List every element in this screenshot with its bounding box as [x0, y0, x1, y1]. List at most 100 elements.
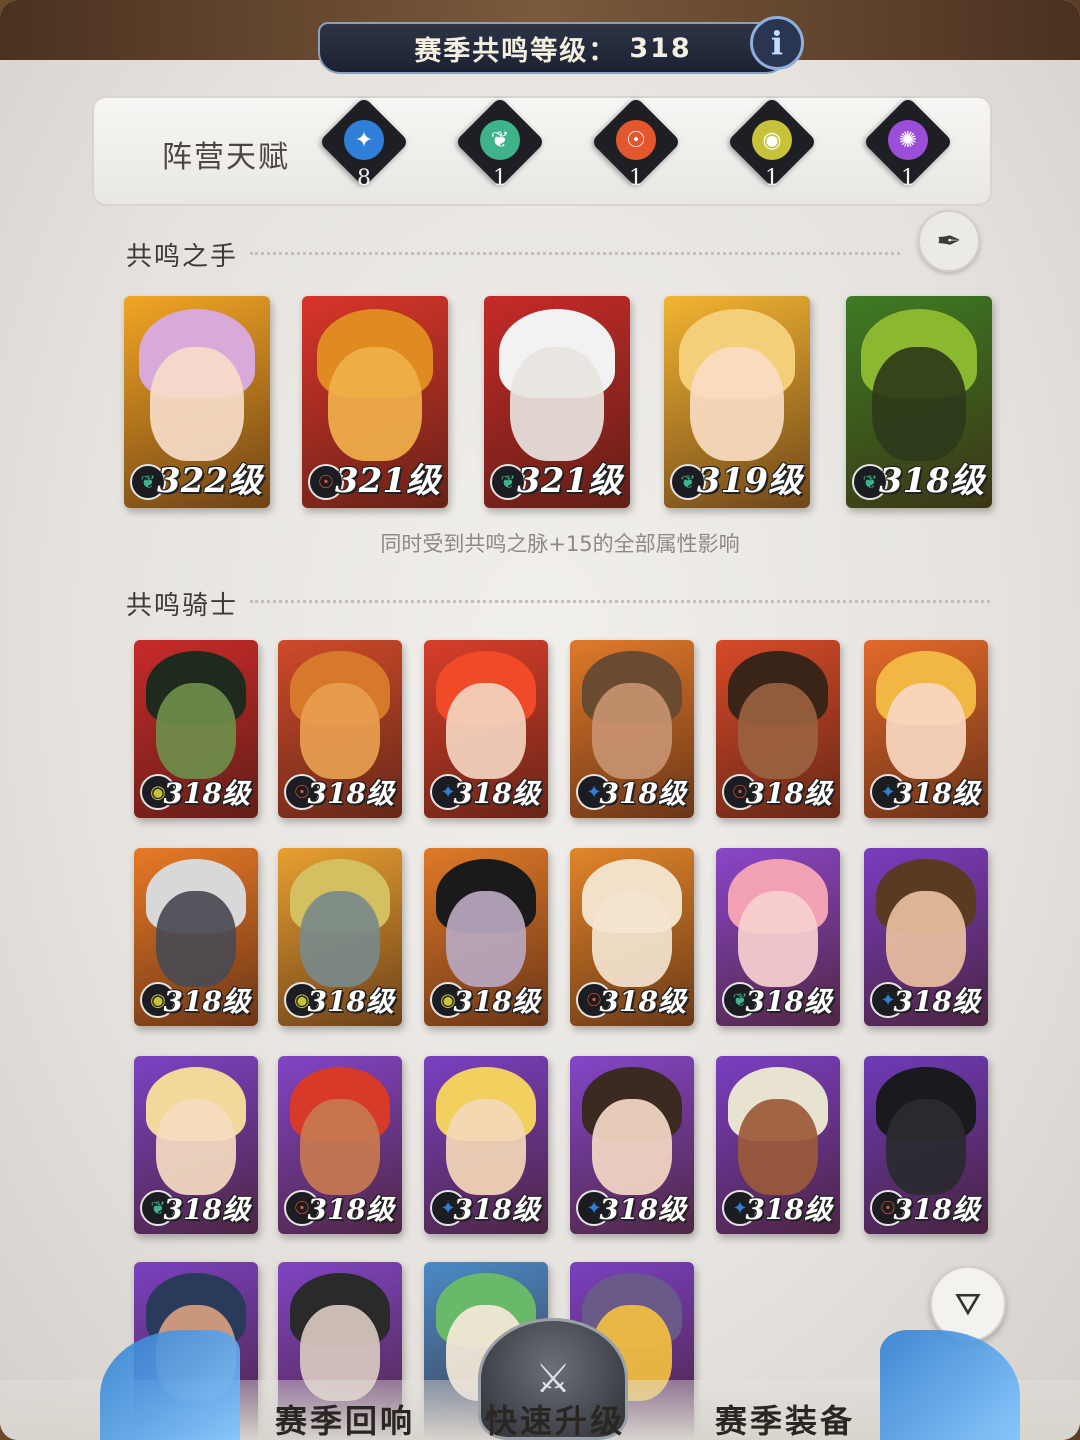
resonance-note: 同时受到共鸣之脉+15的全部属性影响: [380, 532, 740, 556]
hero-card[interactable]: ✦ 318级: [864, 640, 988, 818]
sunburst-icon-glyph: ✺: [888, 120, 928, 160]
horde-crest-icon-glyph: ☉: [616, 120, 656, 160]
compass-star-icon[interactable]: ✦ 8: [318, 96, 410, 191]
hero-level: 322级: [157, 461, 262, 501]
hero-face: [886, 890, 966, 987]
hero-face: [738, 1098, 818, 1195]
hero-level: 318级: [307, 777, 394, 810]
hero-face: [872, 346, 966, 462]
tab-quick-upgrade[interactable]: 快速升级: [470, 1396, 640, 1440]
tab-season-echo[interactable]: 赛季回响: [250, 1396, 440, 1440]
hero-face: [328, 346, 422, 462]
hero-card[interactable]: ◉ 318级: [134, 848, 258, 1026]
hero-card[interactable]: ☉ 318级: [278, 1056, 402, 1234]
hero-card[interactable]: ✦ 318级: [570, 1056, 694, 1234]
hero-level: 318级: [893, 1193, 980, 1226]
faction-count: 1: [493, 166, 507, 191]
hero-face: [446, 682, 526, 779]
hero-level: 318级: [453, 985, 540, 1018]
knights-section-title: 共鸣骑士: [126, 591, 239, 621]
hero-card[interactable]: ✦ 318级: [424, 640, 548, 818]
hero-card[interactable]: ✦ 318级: [864, 848, 988, 1026]
hero-level: 318级: [599, 985, 686, 1018]
hero-card[interactable]: ◉ 318级: [424, 848, 548, 1026]
hero-card[interactable]: ✦ 318级: [424, 1056, 548, 1234]
hero-face: [446, 1098, 526, 1195]
hero-card[interactable]: ☉ 318级: [716, 640, 840, 818]
hero-level: 319级: [697, 461, 802, 501]
hero-face: [156, 1098, 236, 1195]
hero-level: 318级: [163, 985, 250, 1018]
hero-card[interactable]: ❦ 318级: [134, 1056, 258, 1234]
faction-count: 8: [357, 166, 371, 191]
season-resonance-screen: 赛季共鸣等级： 318 i 阵营天赋 ✦ 8 ❦ 1 ☉ 1 ◉ 1 ✺ 1 共鸣之手 ✒ ❦ 32…: [0, 0, 1080, 1440]
faction-count: 1: [765, 166, 779, 191]
hero-face: [690, 346, 784, 462]
compass-star-icon-glyph: ✦: [344, 120, 384, 160]
hero-card[interactable]: ❦ 319级: [664, 296, 810, 508]
hero-level: 318级: [163, 777, 250, 810]
tab-season-gear[interactable]: 赛季装备: [700, 1396, 870, 1440]
hero-level: 318级: [745, 1193, 832, 1226]
hero-level: 318级: [599, 1193, 686, 1226]
hero-card[interactable]: ❦ 322级: [124, 296, 270, 508]
faction-talent-label: 阵营天赋: [162, 140, 290, 175]
hero-face: [886, 1098, 966, 1195]
hands-section-title: 共鸣之手: [126, 242, 239, 272]
hero-level: 318级: [893, 985, 980, 1018]
faction-count: 1: [901, 166, 915, 191]
hero-face: [156, 890, 236, 987]
hero-card[interactable]: ✦ 318级: [570, 640, 694, 818]
hero-face: [738, 682, 818, 779]
lotus-leaf-icon[interactable]: ❦ 1: [454, 96, 546, 191]
hero-face: [300, 890, 380, 987]
sunburst-icon[interactable]: ✺ 1: [862, 96, 954, 191]
hero-face: [592, 682, 672, 779]
eye-gear-icon-glyph: ◉: [752, 120, 792, 160]
hero-card[interactable]: ◉ 318级: [278, 848, 402, 1026]
faction-count: 1: [629, 166, 643, 191]
hero-card[interactable]: ☉ 318级: [278, 640, 402, 818]
hero-card[interactable]: ❦ 318级: [846, 296, 992, 508]
hero-level: 321级: [517, 461, 622, 501]
hero-card[interactable]: ◉ 318级: [134, 640, 258, 818]
season-level-header: 赛季共鸣等级： 318: [318, 22, 788, 74]
hero-face: [510, 346, 604, 462]
hero-level: 318级: [893, 777, 980, 810]
horde-crest-icon[interactable]: ☉ 1: [590, 96, 682, 191]
hero-level: 318级: [307, 985, 394, 1018]
hero-level: 318级: [879, 461, 984, 501]
hero-card[interactable]: ❦ 318级: [716, 848, 840, 1026]
hero-face: [738, 890, 818, 987]
hero-level: 318级: [163, 1193, 250, 1226]
section-divider: [250, 600, 990, 603]
season-level-value: 318: [629, 32, 692, 64]
hero-level: 318级: [453, 777, 540, 810]
section-divider: [250, 252, 900, 255]
eye-gear-icon[interactable]: ◉ 1: [726, 96, 818, 191]
right-ornament: [880, 1330, 1020, 1440]
hero-level: 321级: [335, 461, 440, 501]
hero-face: [300, 682, 380, 779]
hero-face: [446, 890, 526, 987]
hero-level: 318级: [453, 1193, 540, 1226]
hero-face: [592, 1098, 672, 1195]
hero-face: [150, 346, 244, 462]
hero-level: 318级: [307, 1193, 394, 1226]
hero-face: [300, 1098, 380, 1195]
quill-icon[interactable]: ✒: [918, 210, 980, 272]
hero-card[interactable]: ☉ 318级: [864, 1056, 988, 1234]
season-level-label: 赛季共鸣等级：: [414, 35, 618, 67]
lotus-leaf-icon-glyph: ❦: [480, 120, 520, 160]
hero-level: 318级: [745, 777, 832, 810]
left-ornament: [100, 1330, 240, 1440]
hero-face: [886, 682, 966, 779]
hero-face: [592, 890, 672, 987]
info-glyph: i: [770, 24, 784, 62]
info-icon[interactable]: i: [750, 16, 804, 70]
hero-card[interactable]: ✦ 318级: [716, 1056, 840, 1234]
hero-card[interactable]: ❦ 321级: [484, 296, 630, 508]
hero-level: 318级: [599, 777, 686, 810]
hero-card[interactable]: ☉ 321级: [302, 296, 448, 508]
hero-card[interactable]: ☉ 318级: [570, 848, 694, 1026]
